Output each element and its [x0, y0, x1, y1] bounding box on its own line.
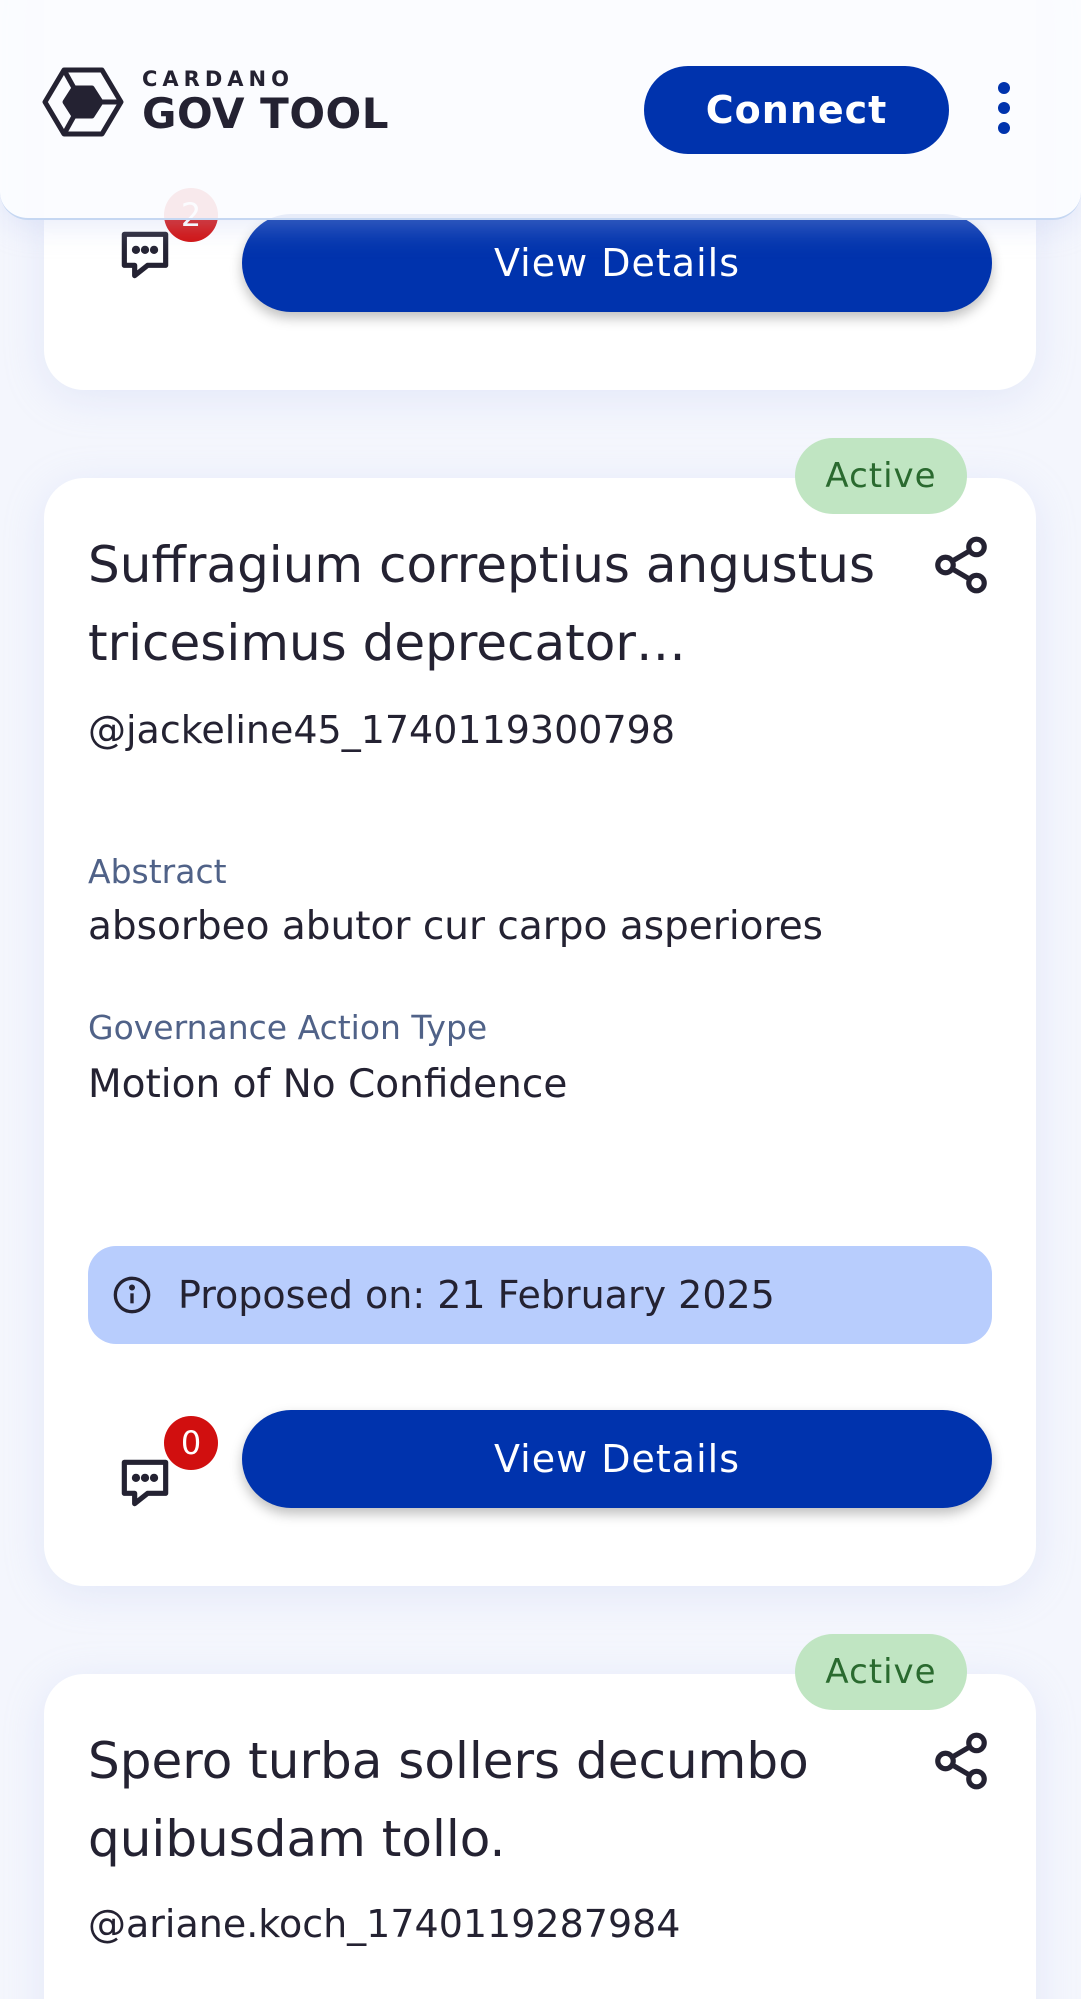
proposal-author: @jackeline45_1740119300798 — [88, 708, 675, 752]
page: 2 View Details Suffragium correptius ang… — [0, 0, 1081, 1999]
status-badge: Active — [795, 1634, 967, 1710]
proposal-title: Spero turba sollers decumbo quibusdam to… — [88, 1732, 809, 1868]
connect-button[interactable]: Connect — [644, 66, 949, 154]
proposed-date: Proposed on: 21 February 2025 — [178, 1273, 775, 1317]
proposal-card: Suffragium correptius angustus tricesimu… — [44, 478, 1036, 1586]
view-details-button[interactable]: View Details — [242, 214, 992, 312]
abstract-label: Abstract — [88, 852, 227, 891]
logo-subtitle: CARDANO — [142, 67, 294, 91]
action-type-value: Motion of No Confidence — [88, 1062, 568, 1107]
comments-button[interactable]: 0 — [114, 1416, 218, 1520]
app-header: CARDANO GOV TOOL Connect — [0, 0, 1081, 220]
comment-count-badge: 0 — [164, 1416, 218, 1470]
proposed-date-banner: Proposed on: 21 February 2025 — [88, 1246, 992, 1344]
comments-button[interactable]: 2 — [114, 188, 218, 292]
view-details-button[interactable]: View Details — [242, 1410, 992, 1508]
action-type-label: Governance Action Type — [88, 1008, 488, 1047]
comment-icon — [121, 231, 169, 279]
share-icon[interactable] — [930, 534, 992, 596]
logo[interactable]: CARDANO GOV TOOL — [42, 66, 389, 138]
info-icon — [113, 1276, 151, 1314]
abstract-value: absorbeo abutor cur carpo asperiores — [88, 904, 824, 949]
logo-title: GOV TOOL — [142, 89, 389, 138]
proposal-author: @ariane.koch_1740119287984 — [88, 1902, 681, 1946]
gov-tool-logo-icon — [42, 67, 124, 137]
share-icon[interactable] — [930, 1730, 992, 1792]
status-badge: Active — [795, 438, 967, 514]
proposal-card: Spero turba sollers decumbo quibusdam to… — [44, 1674, 1036, 1999]
more-menu-icon[interactable] — [990, 82, 1018, 138]
proposal-title: Suffragium correptius angustus tricesimu… — [88, 536, 875, 672]
comment-icon — [121, 1459, 169, 1507]
